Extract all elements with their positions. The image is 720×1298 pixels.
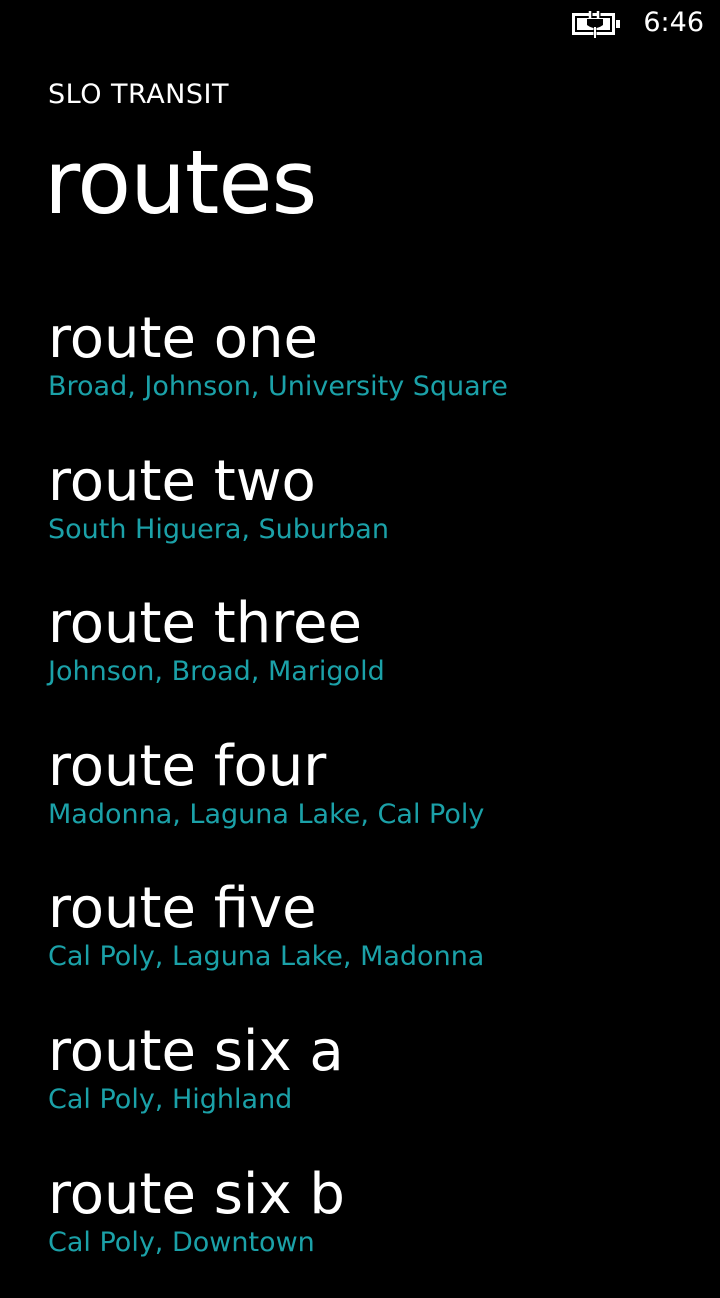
route-item-six-a[interactable]: route six a Cal Poly, Highland — [48, 1013, 708, 1156]
route-name: route one — [48, 306, 318, 371]
route-stops: Madonna, Laguna Lake, Cal Poly — [48, 798, 485, 830]
route-item-four[interactable]: route four Madonna, Laguna Lake, Cal Pol… — [48, 728, 708, 871]
route-item-one[interactable]: route one Broad, Johnson, University Squ… — [48, 300, 708, 443]
route-stops: South Higuera, Suburban — [48, 513, 389, 545]
route-item-five[interactable]: route five Cal Poly, Laguna Lake, Madonn… — [48, 870, 708, 1013]
route-name: route six b — [48, 1161, 345, 1227]
route-list: route one Broad, Johnson, University Squ… — [48, 300, 708, 1298]
route-name: route six a — [48, 1018, 344, 1084]
route-name: route two — [48, 448, 316, 514]
app-title: SLO TRANSIT — [48, 79, 229, 110]
route-name: route three — [48, 591, 362, 657]
route-item-two[interactable]: route two South Higuera, Suburban — [48, 443, 708, 586]
status-bar: 6:46 — [0, 0, 720, 48]
route-stops: Cal Poly, Downtown — [48, 1226, 315, 1258]
route-stops: Broad, Johnson, University Square — [48, 371, 508, 402]
route-stops: Johnson, Broad, Marigold — [48, 656, 385, 688]
route-stops: Cal Poly, Highland — [48, 1083, 293, 1115]
route-name: route five — [48, 876, 317, 942]
route-stops: Cal Poly, Laguna Lake, Madonna — [48, 941, 485, 973]
route-name: route four — [48, 733, 327, 799]
battery-charging-icon — [572, 10, 622, 38]
clock: 6:46 — [643, 7, 704, 38]
route-item-three[interactable]: route three Johnson, Broad, Marigold — [48, 585, 708, 728]
route-item-six-b[interactable]: route six b Cal Poly, Downtown — [48, 1156, 708, 1298]
page-title: routes — [44, 131, 317, 234]
